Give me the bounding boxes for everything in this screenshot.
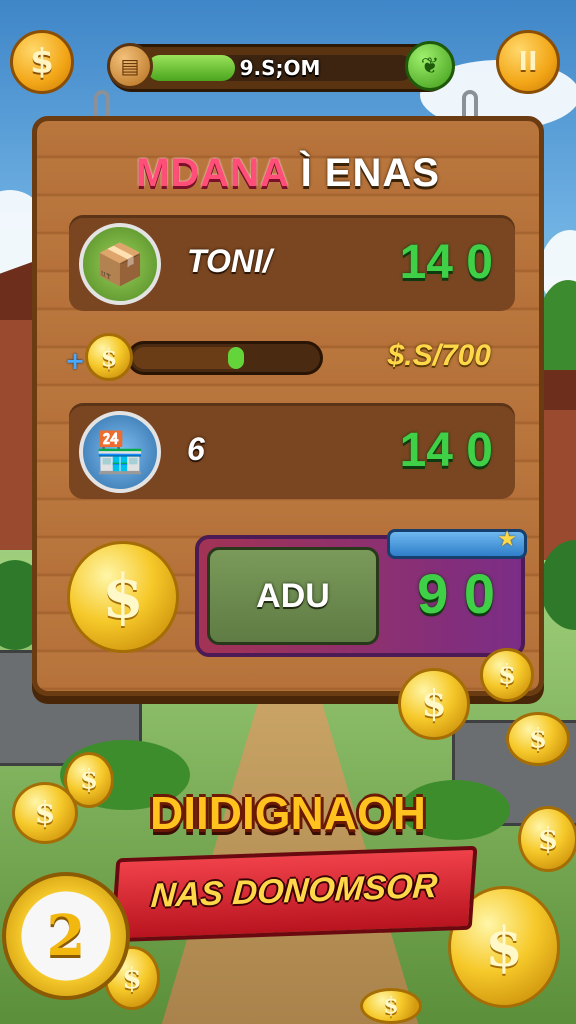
star-icon: ★ (497, 527, 517, 552)
row-1-label: TONI/ (187, 243, 272, 279)
pause-icon: II (518, 47, 538, 77)
house (0, 320, 36, 550)
promo-headline: DIIDIGNAOH (150, 787, 426, 839)
progress-text: 9.S;OM (239, 56, 321, 80)
money-amount: $.S/700 (387, 339, 491, 372)
crate-icon: 📦 (79, 223, 161, 305)
dollar-icon: $ (421, 683, 447, 725)
coin-icon: $ (506, 712, 570, 766)
coin-shop-button[interactable]: $ (10, 30, 74, 94)
title-part2: Ì ENAS (300, 151, 440, 195)
register-icon: 🏪 (79, 411, 161, 493)
leaf-icon[interactable]: ❦ (405, 41, 455, 91)
board-title: MDANA Ì ENAS (37, 151, 539, 196)
add-button[interactable]: ADU (207, 547, 379, 645)
chest-icon: ▤ (107, 43, 153, 89)
progress-marker (228, 347, 244, 369)
ribbon-label: NAS DONOMSOR (149, 867, 439, 915)
coin-icon: $ (480, 648, 534, 702)
row-1-value: 14 0 (399, 236, 493, 289)
row-2-value: 14 0 (399, 424, 493, 477)
plus-icon[interactable]: + (65, 347, 85, 375)
dollar-icon: $ (528, 724, 548, 754)
coin-icon: $ (360, 988, 422, 1024)
number-coin: 2 (2, 872, 130, 1000)
coin-icon: $ (398, 668, 470, 740)
dollar-icon: $ (485, 915, 523, 979)
house (544, 410, 576, 560)
dollar-icon: $ (497, 660, 517, 690)
level-progress-bar: 9.S;OM ▤ ❦ (107, 41, 455, 92)
shop-row-1[interactable]: 📦 TONI/ 14 0 (69, 215, 515, 311)
coin-number: 2 (46, 903, 86, 969)
dollar-icon: $ (100, 342, 118, 372)
coin-progress-fill (133, 347, 243, 369)
coin-progress-bar (127, 341, 323, 375)
shop-row-2[interactable]: 🏪 6 14 0 (69, 403, 515, 499)
coin-icon: $ (85, 333, 133, 381)
dollar-icon: $ (102, 562, 144, 632)
big-gold-coin: $ (67, 541, 179, 653)
shop-board: MDANA Ì ENAS 📦 TONI/ 14 0 + $ $.S/700 🏪 … (32, 116, 544, 696)
dollar-icon: $ (122, 961, 142, 995)
dollar-icon: $ (30, 42, 54, 82)
pause-button[interactable]: II (496, 30, 560, 94)
offer-panel: ★ ADU 9 0 (195, 527, 527, 657)
promo-ribbon[interactable]: NAS DONOMSOR (110, 845, 478, 943)
offer-value: 9 0 (417, 562, 495, 625)
dollar-icon: $ (383, 993, 399, 1019)
title-part1: MDANA (136, 151, 289, 195)
row-2-label: 6 (187, 431, 205, 467)
